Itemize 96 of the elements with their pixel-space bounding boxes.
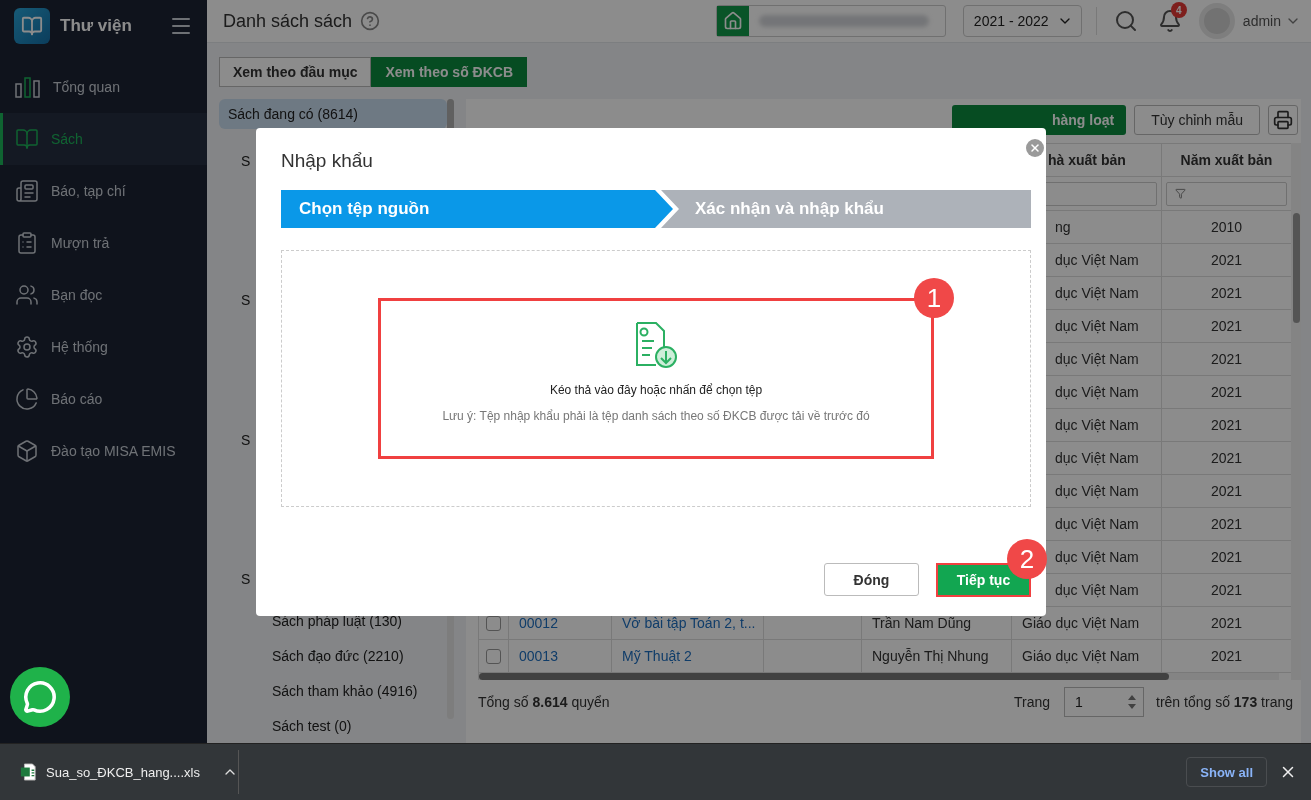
gear-icon — [15, 335, 39, 359]
users-icon — [15, 283, 39, 307]
show-all-button[interactable]: Show all — [1186, 757, 1267, 787]
school-selector[interactable] — [715, 5, 946, 37]
total-pages: trên tổng số 173 trang — [1156, 694, 1293, 710]
book-title-link[interactable]: Mỹ Thuật 2 — [622, 648, 692, 664]
step-marker: 1 — [914, 278, 954, 318]
category-item[interactable]: S — [241, 431, 251, 448]
sidebar-item[interactable]: Tổng quan — [0, 61, 207, 113]
spreadsheet-file-icon — [20, 762, 37, 782]
bar-chart-icon — [15, 76, 41, 98]
file-download-icon — [634, 321, 678, 369]
row-checkbox[interactable] — [486, 648, 501, 664]
category-item[interactable]: Sách test (0) — [219, 708, 447, 743]
table-cell: 2021 — [1210, 582, 1243, 598]
pie-chart-icon — [15, 387, 39, 411]
clipboard-icon — [15, 231, 39, 255]
spinner-icon[interactable] — [1127, 693, 1137, 711]
table-cell: 2021 — [1210, 483, 1243, 499]
newspaper-icon — [15, 179, 39, 203]
table-cell: ng — [1055, 219, 1071, 235]
view-tab[interactable]: Xem theo đầu mục — [219, 57, 372, 87]
file-name[interactable]: Sua_so_ĐKCB_hang....xls — [46, 764, 200, 780]
logo-icon — [14, 8, 50, 44]
table-cell: 2021 — [1210, 318, 1243, 334]
notification-badge: 4 — [1170, 2, 1187, 18]
table-cell: 2021 — [1210, 285, 1243, 301]
page-label: Trang — [1013, 694, 1050, 710]
drop-instruction: Kéo thả vào đây hoặc nhấn để chọn tệp — [549, 383, 763, 397]
view-tab[interactable]: Xem theo số ĐKCB — [371, 57, 528, 87]
column-header: Năm xuất bản — [1180, 152, 1273, 168]
table-cell: 2021 — [1210, 351, 1243, 367]
category-item[interactable]: S — [241, 571, 251, 587]
category-item[interactable]: S — [241, 153, 251, 169]
table-cell: dục Việt Nam — [1055, 252, 1139, 268]
table-cell: 2021 — [1210, 384, 1243, 400]
chat-icon — [23, 680, 57, 714]
table-cell: Giáo dục Việt Nam — [1022, 615, 1140, 631]
category-item[interactable]: Sách đạo đức (2210) — [219, 638, 447, 673]
book-code-link[interactable]: 00012 — [519, 615, 558, 631]
dialog-title: Nhập khẩu — [281, 150, 374, 172]
total-count: Tổng số 8.614 quyển — [478, 694, 610, 710]
filter-icon — [1175, 188, 1186, 199]
table-cell: dục Việt Nam — [1055, 549, 1139, 565]
print-button[interactable] — [1268, 105, 1298, 135]
table-cell: Nguyễn Thị Nhung — [872, 648, 989, 664]
home-icon — [722, 11, 743, 31]
scrollbar[interactable] — [479, 673, 1279, 680]
drop-zone[interactable]: 1 Kéo thả vào đây hoặc nhấn để chọn tệp Lưu ý: Tệp nhập khẩu phải là tệp danh sách theo số ĐKCB được tải về trước đó — [281, 250, 1031, 507]
table-cell: 2021 — [1210, 648, 1243, 664]
table-cell: dục Việt Nam — [1055, 318, 1139, 334]
table-cell: 2021 — [1210, 615, 1243, 631]
category-item[interactable]: Sách tham khảo (4916) — [219, 673, 447, 708]
category-item[interactable]: S — [241, 292, 251, 309]
sidebar-item[interactable]: Báo, tạp chí — [0, 165, 207, 217]
sidebar-item[interactable]: Hệ thống — [0, 321, 207, 373]
printer-icon — [1273, 110, 1293, 130]
customize-button[interactable]: Tùy chỉnh mẫu — [1134, 105, 1260, 135]
table-cell: dục Việt Nam — [1055, 285, 1139, 301]
page-title: Danh sách sách — [223, 10, 353, 32]
year-select[interactable]: 2021 - 2022 — [962, 5, 1082, 37]
table-cell: Trần Nam Dũng — [872, 615, 972, 631]
table-cell: dục Việt Nam — [1055, 351, 1139, 367]
table-cell: 2021 — [1210, 417, 1243, 433]
scrollbar[interactable] — [1291, 143, 1301, 680]
table-cell: 2021 — [1210, 252, 1243, 268]
category-item[interactable]: Sách đang có (8614) — [219, 99, 447, 129]
app-title: Thư viện — [60, 16, 133, 36]
sidebar-item[interactable]: Đào tạo MISA EMIS — [0, 425, 207, 477]
table-cell: 2010 — [1210, 219, 1243, 235]
note-text: Lưu ý: Tệp nhập khẩu phải là tệp danh sách theo số ĐKCB được tải về trước đó — [442, 409, 870, 423]
box-icon — [15, 439, 39, 463]
book-icon — [15, 127, 39, 151]
close-button[interactable]: Đóng — [824, 563, 919, 596]
table-cell: 2021 — [1210, 516, 1243, 532]
table-cell: dục Việt Nam — [1055, 450, 1139, 466]
table-cell: dục Việt Nam — [1055, 384, 1139, 400]
table-cell: dục Việt Nam — [1055, 516, 1139, 532]
sidebar-item[interactable]: Mượn trả — [0, 217, 207, 269]
table-cell: dục Việt Nam — [1055, 417, 1139, 433]
filter-field[interactable] — [1166, 181, 1287, 206]
book-title-link[interactable]: Vở bài tập Toán 2, t... — [622, 615, 756, 631]
help-icon[interactable] — [360, 11, 381, 31]
sidebar-item[interactable]: Sách — [0, 113, 207, 165]
sidebar-item[interactable]: Báo cáo — [0, 373, 207, 425]
table-cell: Giáo dục Việt Nam — [1022, 648, 1140, 664]
table-cell: 2021 — [1210, 450, 1243, 466]
user-name[interactable]: admin — [1242, 13, 1281, 29]
table-cell: dục Việt Nam — [1055, 483, 1139, 499]
table-cell: dục Việt Nam — [1055, 582, 1139, 598]
close-icon — [1029, 142, 1041, 154]
table-cell: 2021 — [1210, 549, 1243, 565]
sidebar-item[interactable]: Bạn đọc — [0, 269, 207, 321]
page-field[interactable]: 1 — [1064, 687, 1144, 717]
column-header: hà xuất bản — [1048, 152, 1126, 168]
book-code-link[interactable]: 00013 — [519, 648, 558, 664]
